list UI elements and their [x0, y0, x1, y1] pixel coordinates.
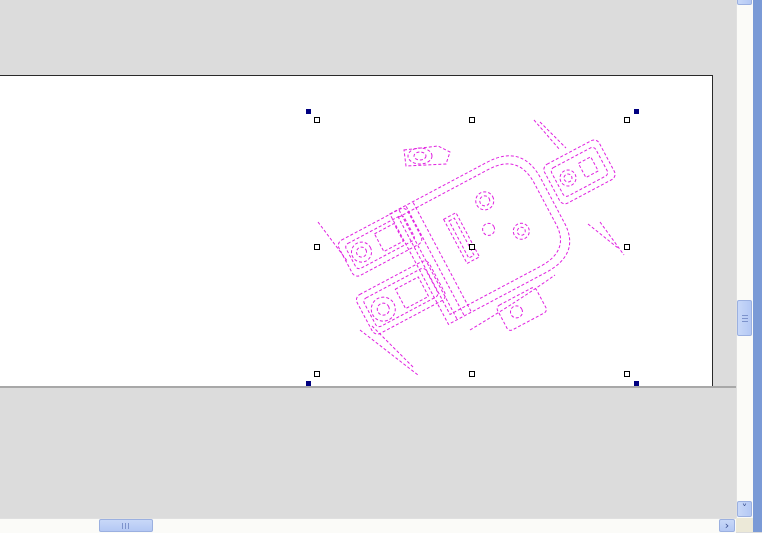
scroll-right-button[interactable]: ›: [719, 519, 735, 532]
grip-icon: [128, 523, 129, 529]
robot-dot: [482, 222, 496, 236]
robot-antenna-2: [539, 121, 567, 149]
chevron-down-icon: ˅: [741, 502, 748, 515]
robot-body: [389, 155, 571, 325]
grip-icon: [742, 318, 748, 319]
selection-handle-middle-left[interactable]: [314, 244, 320, 250]
robot-lower-curve: [469, 274, 556, 331]
selection-handle-bottom-center[interactable]: [469, 371, 475, 377]
selection-handle-bottom-right[interactable]: [624, 371, 630, 377]
horizontal-scroll-thumb[interactable]: [99, 519, 153, 532]
selection-handle-center[interactable]: [469, 244, 475, 250]
robot-artwork[interactable]: [0, 0, 736, 518]
robot-face-bar: [442, 212, 481, 265]
robot-eye-inner: [479, 195, 491, 207]
bounding-corner-top-right: [634, 109, 639, 114]
grip-icon: [742, 321, 748, 322]
chevron-right-icon: ›: [724, 519, 730, 532]
robot-dot-2-inner: [516, 226, 526, 236]
scroll-up-button[interactable]: [737, 0, 752, 5]
scrollbar-corner: [736, 518, 753, 532]
robot-bottom-connector: [496, 287, 547, 331]
vertical-scrollbar[interactable]: [736, 0, 754, 518]
robot-left-arm-lower: [355, 260, 446, 335]
robot-left-leg-line-2: [371, 325, 415, 369]
window-frame-edge: [753, 0, 762, 532]
robot-right-arm: [543, 139, 616, 205]
robot-left-antenna: [317, 221, 349, 263]
vertical-scroll-thumb[interactable]: [737, 300, 752, 336]
selection-handle-middle-right[interactable]: [624, 244, 630, 250]
bounding-corner-bottom-left: [306, 381, 311, 386]
selection-handle-bottom-left[interactable]: [314, 371, 320, 377]
robot-arm-line: [599, 221, 625, 256]
grip-icon: [122, 523, 123, 529]
robot-antenna: [533, 119, 561, 151]
robot-top-knob: [403, 145, 451, 167]
robot-body-band-3: [412, 202, 472, 313]
robot-arm-line-2: [587, 223, 619, 249]
selection-handle-top-left[interactable]: [314, 117, 320, 123]
robot-dot-2: [512, 222, 530, 240]
grip-icon: [742, 315, 748, 316]
grip-icon: [125, 523, 126, 529]
robot-body-band: [398, 209, 458, 320]
bounding-corner-top-left: [306, 109, 311, 114]
selection-handle-top-right[interactable]: [624, 117, 630, 123]
robot-left-leg-line: [359, 329, 419, 376]
scroll-down-button[interactable]: ˅: [737, 501, 752, 517]
selection-handle-top-center[interactable]: [469, 117, 475, 123]
robot-eye: [475, 191, 495, 211]
bounding-corner-bottom-right: [634, 381, 639, 386]
